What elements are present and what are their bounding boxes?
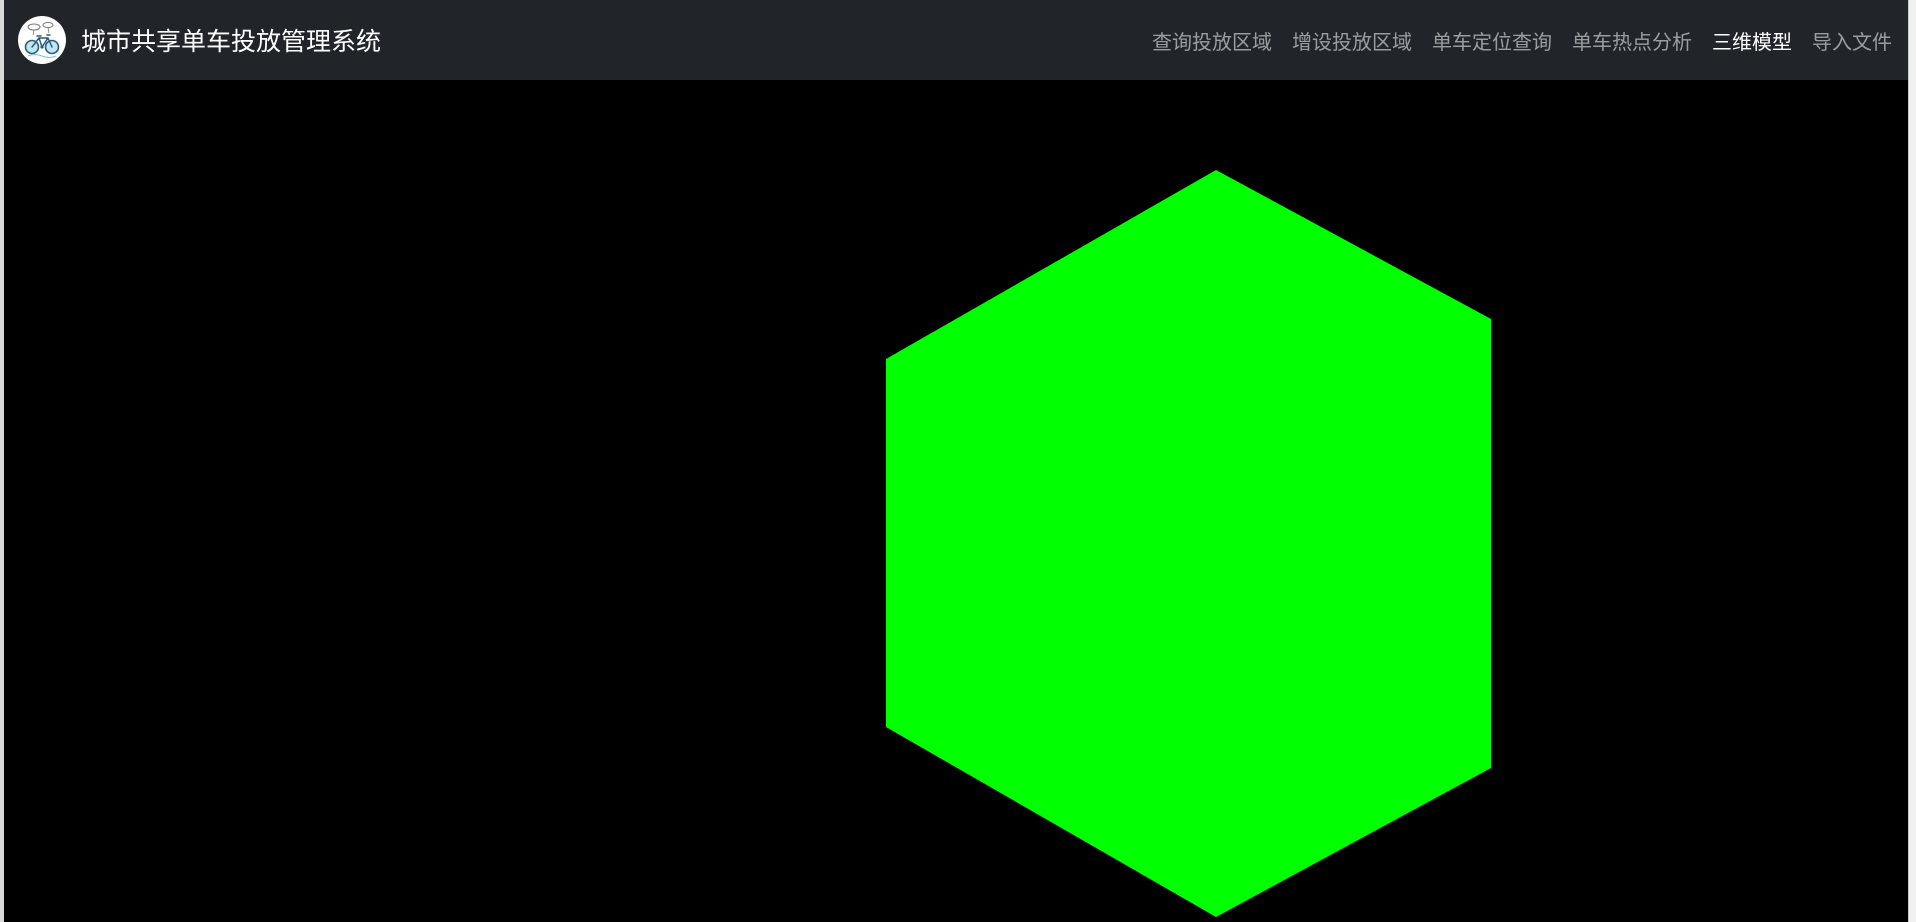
nav-bike-location[interactable]: 单车定位查询 <box>1432 26 1552 55</box>
3d-viewport[interactable] <box>4 80 1908 922</box>
green-cube-model[interactable] <box>886 170 1491 917</box>
nav-hotspot-analysis[interactable]: 单车热点分析 <box>1572 26 1692 55</box>
app-window: 城市共享单车投放管理系统 查询投放区域 增设投放区域 单车定位查询 单车热点分析… <box>0 0 1916 922</box>
top-navbar: 城市共享单车投放管理系统 查询投放区域 增设投放区域 单车定位查询 单车热点分析… <box>4 0 1908 80</box>
nav-query-area[interactable]: 查询投放区域 <box>1152 26 1272 55</box>
bicycle-icon <box>18 16 66 64</box>
app-title: 城市共享单车投放管理系统 <box>81 27 382 56</box>
nav-3d-model[interactable]: 三维模型 <box>1712 26 1792 55</box>
brand-link[interactable]: 城市共享单车投放管理系统 <box>18 16 381 64</box>
nav-menu: 查询投放区域 增设投放区域 单车定位查询 单车热点分析 三维模型 导入文件 <box>1132 26 1892 55</box>
nav-import-file[interactable]: 导入文件 <box>1812 26 1892 55</box>
3d-canvas[interactable] <box>4 80 1908 922</box>
nav-add-area[interactable]: 增设投放区域 <box>1292 26 1412 55</box>
scrollbar[interactable] <box>1908 0 1916 922</box>
